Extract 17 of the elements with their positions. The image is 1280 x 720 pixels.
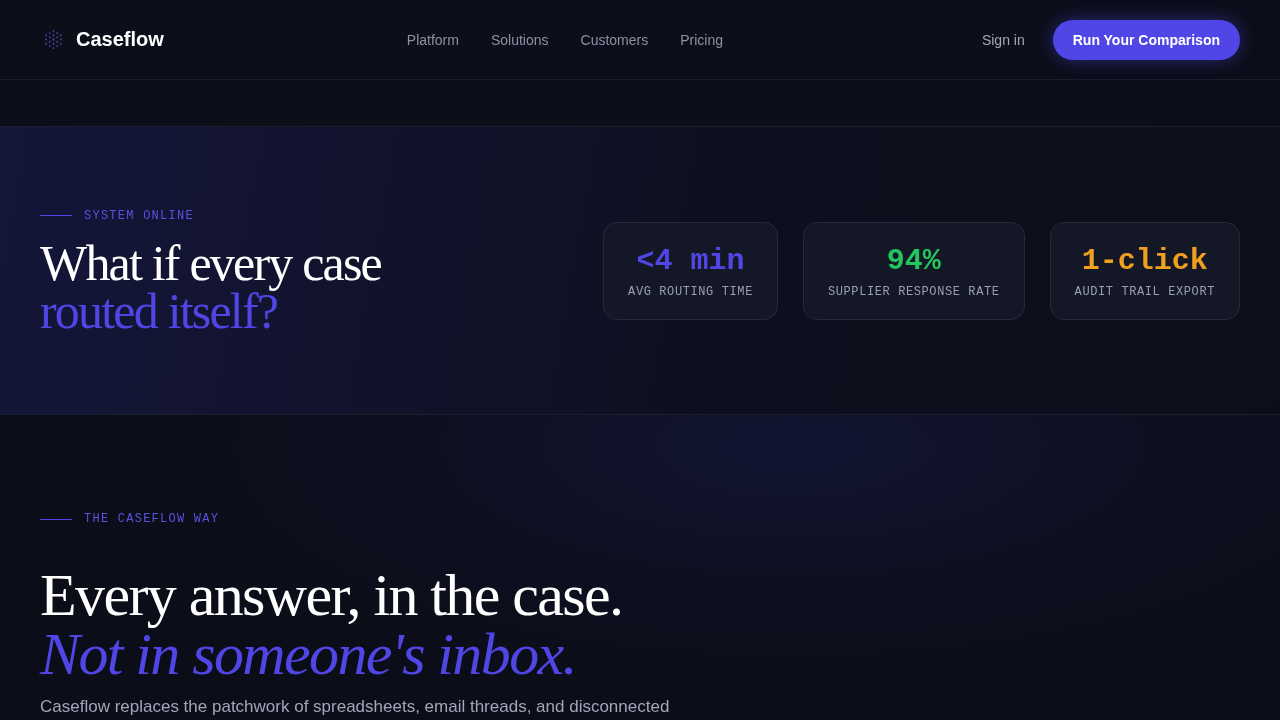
stat-value: 94% (886, 242, 941, 279)
dot-cluster-icon (44, 30, 63, 49)
stat-label: AVG ROUTING TIME (628, 284, 753, 299)
nav-link[interactable]: Pricing (680, 31, 723, 48)
cta-button[interactable]: Run Your Comparison (1052, 19, 1240, 60)
nav-link[interactable]: Platform (406, 31, 459, 48)
stat-value: 1-click (1081, 242, 1208, 279)
sign-in-link[interactable]: Sign in (981, 31, 1025, 48)
section-body-text: Caseflow replaces the patchwork of spreadsheets, email threads, and disconnected (40, 697, 670, 717)
stat-label: SUPPLIER RESPONSE RATE (827, 284, 1000, 299)
nav-link[interactable]: Solutions (490, 31, 549, 48)
section-eyebrow: SYSTEM ONLINE (84, 208, 194, 223)
brand-name[interactable]: Caseflow (76, 28, 164, 51)
nav-link[interactable]: Customers (580, 31, 649, 48)
stat-label: AUDIT TRAIL EXPORT (1074, 284, 1215, 299)
stat-value: <4 min (636, 242, 745, 279)
section-eyebrow: THE CASEFLOW WAY (84, 512, 220, 526)
